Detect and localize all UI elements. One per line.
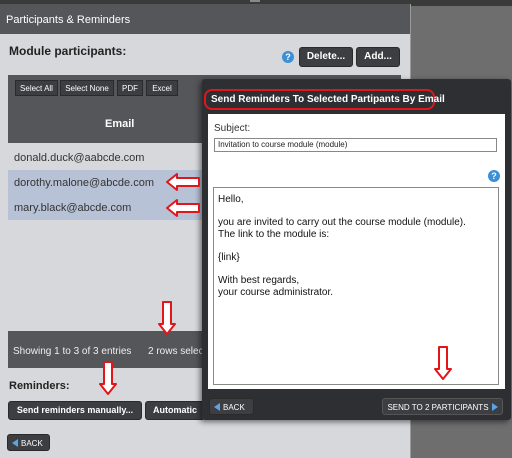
back-arrow-icon	[12, 439, 18, 447]
delete-button[interactable]: Delete...	[299, 47, 353, 67]
column-header-email[interactable]: Email	[105, 118, 134, 130]
body-line: The link to the module is:	[218, 229, 330, 240]
dialog-back-button[interactable]: BACK	[209, 398, 254, 415]
dialog-content: Subject: Invitation to course module (mo…	[208, 114, 505, 389]
dialog-footer: BACK SEND TO 2 PARTICIPANTS	[202, 389, 511, 420]
annotation-arrow-down-icon	[99, 361, 117, 395]
help-icon[interactable]: ?	[282, 51, 294, 63]
body-line: you are invited to carry out the course …	[218, 217, 466, 228]
annotation-arrow-down-icon	[158, 301, 176, 335]
add-button[interactable]: Add...	[356, 47, 400, 67]
forward-arrow-icon	[491, 403, 498, 411]
selected-info: 2 rows selec	[148, 346, 204, 357]
panel-back-label: BACK	[21, 439, 43, 448]
section-title: Module participants:	[9, 44, 127, 58]
entries-info: Showing 1 to 3 of 3 entries	[13, 346, 132, 357]
email-body-textarea[interactable]: Hello, you are invited to carry out the …	[213, 187, 499, 385]
subject-label: Subject:	[214, 123, 251, 134]
excel-button[interactable]: Excel	[146, 80, 178, 96]
top-strip-mark	[250, 0, 260, 2]
panel-title: Participants & Reminders	[0, 4, 410, 34]
send-button-label: SEND TO 2 PARTICIPANTS	[387, 403, 489, 412]
select-none-button[interactable]: Select None	[60, 80, 114, 96]
panel-back-button[interactable]: BACK	[7, 434, 50, 451]
send-reminders-manually-button[interactable]: Send reminders manually...	[8, 401, 142, 420]
annotation-arrow-left-icon	[166, 199, 200, 217]
body-line: With best regards,	[218, 275, 300, 286]
dialog-back-label: BACK	[223, 403, 245, 412]
select-all-button[interactable]: Select All	[15, 80, 58, 96]
automatic-button[interactable]: Automatic	[145, 401, 205, 420]
send-reminders-dialog: Send Reminders To Selected Partipants By…	[202, 79, 511, 420]
send-to-participants-button[interactable]: SEND TO 2 PARTICIPANTS	[382, 398, 503, 415]
pdf-button[interactable]: PDF	[117, 80, 143, 96]
body-signature: your course administrator.	[218, 287, 334, 298]
dialog-help-icon[interactable]: ?	[488, 170, 500, 182]
body-greeting: Hello,	[218, 194, 244, 205]
annotation-arrow-left-icon	[166, 173, 200, 191]
dialog-title: Send Reminders To Selected Partipants By…	[204, 89, 445, 110]
annotation-arrow-down-icon	[434, 346, 452, 380]
body-link-placeholder: {link}	[218, 252, 240, 263]
subject-input[interactable]: Invitation to course module (module)	[214, 138, 497, 152]
reminders-label: Reminders:	[9, 380, 70, 392]
back-arrow-icon	[214, 403, 220, 411]
